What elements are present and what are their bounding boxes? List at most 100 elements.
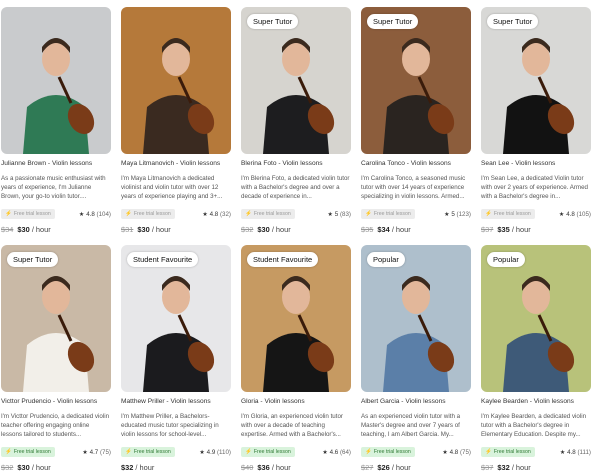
- old-price: $32: [1, 463, 14, 472]
- review-count: (123): [456, 210, 471, 218]
- review-count: (110): [217, 448, 231, 456]
- tutor-meta: ⚡ Free trial lesson ★ 5 (123): [361, 209, 471, 219]
- tutor-price: $32 $30 / hour: [241, 225, 351, 234]
- tutor-portrait: [121, 7, 231, 154]
- tutor-name[interactable]: Julianne Brown - Violin lessons: [1, 160, 111, 167]
- tutor-rating: ★ 4.9 (110): [199, 449, 231, 456]
- current-price: $32: [497, 463, 510, 472]
- review-count: (83): [339, 210, 351, 218]
- old-price: $35: [361, 225, 374, 234]
- review-count: (64): [339, 448, 351, 456]
- star-icon: ★: [442, 448, 448, 456]
- review-count: (104): [96, 210, 111, 218]
- star-icon: ★: [202, 210, 208, 218]
- bolt-icon: ⚡: [365, 211, 372, 217]
- old-price: $34: [1, 225, 14, 234]
- tutor-photo[interactable]: Super Tutor: [481, 7, 591, 154]
- tutor-name[interactable]: Sean Lee - Violin lessons: [481, 160, 591, 167]
- tutor-card[interactable]: Popular Albert Garcia - Violin lessons A…: [361, 245, 471, 472]
- rating-value: 4.9: [206, 448, 216, 456]
- tutor-card[interactable]: Super Tutor Carolina Tonco - Violin less…: [361, 7, 471, 234]
- tutor-name[interactable]: Blerina Foto - Violin lessons: [241, 160, 351, 167]
- free-trial-label: Free trial lesson: [13, 211, 51, 217]
- tutor-badge: Super Tutor: [367, 14, 419, 29]
- tutor-name[interactable]: Carolina Tonco - Violin lessons: [361, 160, 471, 167]
- tutor-rating: ★ 4.7 (75): [82, 449, 111, 456]
- old-price: $37: [481, 225, 494, 234]
- free-trial-label: Free trial lesson: [133, 211, 171, 217]
- tutor-description: I'm Gloria, an experienced violin tutor …: [241, 413, 343, 438]
- old-price: $37: [481, 463, 494, 472]
- price-unit: / hour: [135, 463, 155, 472]
- price-unit: / hour: [31, 225, 51, 234]
- tutor-name[interactable]: Kaylee Bearden - Violin lessons: [481, 398, 591, 405]
- tutor-portrait: [241, 245, 351, 392]
- tutor-price: $32 $30 / hour: [1, 463, 111, 472]
- tutor-name[interactable]: Victtor Prudencio - Violin lessons: [1, 398, 111, 405]
- tutor-rating: ★ 5 (123): [444, 211, 471, 218]
- current-price: $30: [257, 225, 270, 234]
- tutor-portrait: [1, 245, 111, 392]
- tutor-card[interactable]: Maya Litmanovich - Violin lessons I'm Ma…: [121, 7, 231, 234]
- free-trial-tag: ⚡ Free trial lesson: [241, 447, 295, 457]
- tutor-price: $31 $30 / hour: [121, 225, 231, 234]
- star-icon: ★: [444, 210, 450, 218]
- current-price: $32: [121, 463, 134, 472]
- tutor-card[interactable]: Julianne Brown - Violin lessons As a pas…: [1, 7, 111, 234]
- current-price: $30: [17, 225, 30, 234]
- tutor-photo[interactable]: Super Tutor: [361, 7, 471, 154]
- old-price: $27: [361, 463, 374, 472]
- tutor-meta: ⚡ Free trial lesson ★ 4.8 (104): [1, 209, 111, 219]
- tutor-photo[interactable]: Super Tutor: [241, 7, 351, 154]
- tutor-name[interactable]: Albert Garcia - Violin lessons: [361, 398, 471, 405]
- tutor-photo[interactable]: Super Tutor: [1, 245, 111, 392]
- tutor-name[interactable]: Matthew Priller - Violin lessons: [121, 398, 231, 405]
- tutor-portrait: [481, 7, 591, 154]
- tutor-card[interactable]: Super Tutor Victtor Prudencio - Violin l…: [1, 245, 111, 472]
- rating-value: 4.8: [566, 210, 575, 218]
- bolt-icon: ⚡: [245, 449, 252, 455]
- price-unit: / hour: [391, 463, 411, 472]
- tutor-meta: ⚡ Free trial lesson ★ 4.6 (64): [241, 447, 351, 457]
- price-unit: / hour: [391, 225, 411, 234]
- tutor-description: I'm Kaylee Bearden, a dedicated violin t…: [481, 413, 587, 438]
- tutor-price: $35 $34 / hour: [361, 225, 471, 234]
- old-price: $40: [241, 463, 254, 472]
- tutor-photo[interactable]: [1, 7, 111, 154]
- bolt-icon: ⚡: [5, 211, 12, 217]
- free-trial-label: Free trial lesson: [253, 449, 291, 455]
- tutor-name[interactable]: Gloria - Violin lessons: [241, 398, 351, 405]
- tutor-photo[interactable]: Student Favourite: [121, 245, 231, 392]
- tutor-card[interactable]: Super Tutor Sean Lee - Violin lessons I'…: [481, 7, 591, 234]
- star-icon: ★: [327, 210, 334, 218]
- tutor-badge: Student Favourite: [127, 252, 199, 267]
- rating-value: 4.6: [329, 448, 339, 456]
- tutor-description: I'm Carolina Tonco, a seasoned music tut…: [361, 175, 466, 200]
- star-icon: ★: [559, 448, 566, 456]
- tutor-badge: Super Tutor: [247, 14, 299, 29]
- price-unit: / hour: [511, 463, 531, 472]
- tutor-name[interactable]: Maya Litmanovich - Violin lessons: [121, 160, 231, 167]
- tutor-card[interactable]: Student Favourite Gloria - Violin lesson…: [241, 245, 351, 472]
- star-icon: ★: [322, 448, 328, 456]
- tutor-rating: ★ 4.6 (64): [322, 449, 351, 456]
- rating-value: 4.7: [89, 448, 99, 456]
- tutor-portrait: [121, 245, 231, 392]
- tutor-photo[interactable]: Student Favourite: [241, 245, 351, 392]
- tutor-price: $37 $32 / hour: [481, 463, 591, 472]
- star-icon: ★: [199, 448, 205, 456]
- tutor-card[interactable]: Super Tutor Blerina Foto - Violin lesson…: [241, 7, 351, 234]
- tutor-meta: ⚡ Free trial lesson ★ 4.8 (111): [481, 447, 591, 457]
- free-trial-tag: ⚡ Free trial lesson: [361, 447, 415, 457]
- current-price: $26: [377, 463, 390, 472]
- tutor-rating: ★ 5 (83): [328, 211, 352, 218]
- tutor-description: I'm Matthew Priller, a Bachelors-educate…: [121, 413, 219, 438]
- tutor-meta: ⚡ Free trial lesson ★ 4.9 (110): [121, 447, 231, 457]
- tutor-card[interactable]: Popular Kaylee Bearden - Violin lessons …: [481, 245, 591, 472]
- current-price: $35: [497, 225, 510, 234]
- tutor-photo[interactable]: [121, 7, 231, 154]
- tutor-card[interactable]: Student Favourite Matthew Priller - Viol…: [121, 245, 231, 472]
- tutor-photo[interactable]: Popular: [361, 245, 471, 392]
- tutor-photo[interactable]: Popular: [481, 245, 591, 392]
- free-trial-tag: ⚡ Free trial lesson: [1, 447, 55, 457]
